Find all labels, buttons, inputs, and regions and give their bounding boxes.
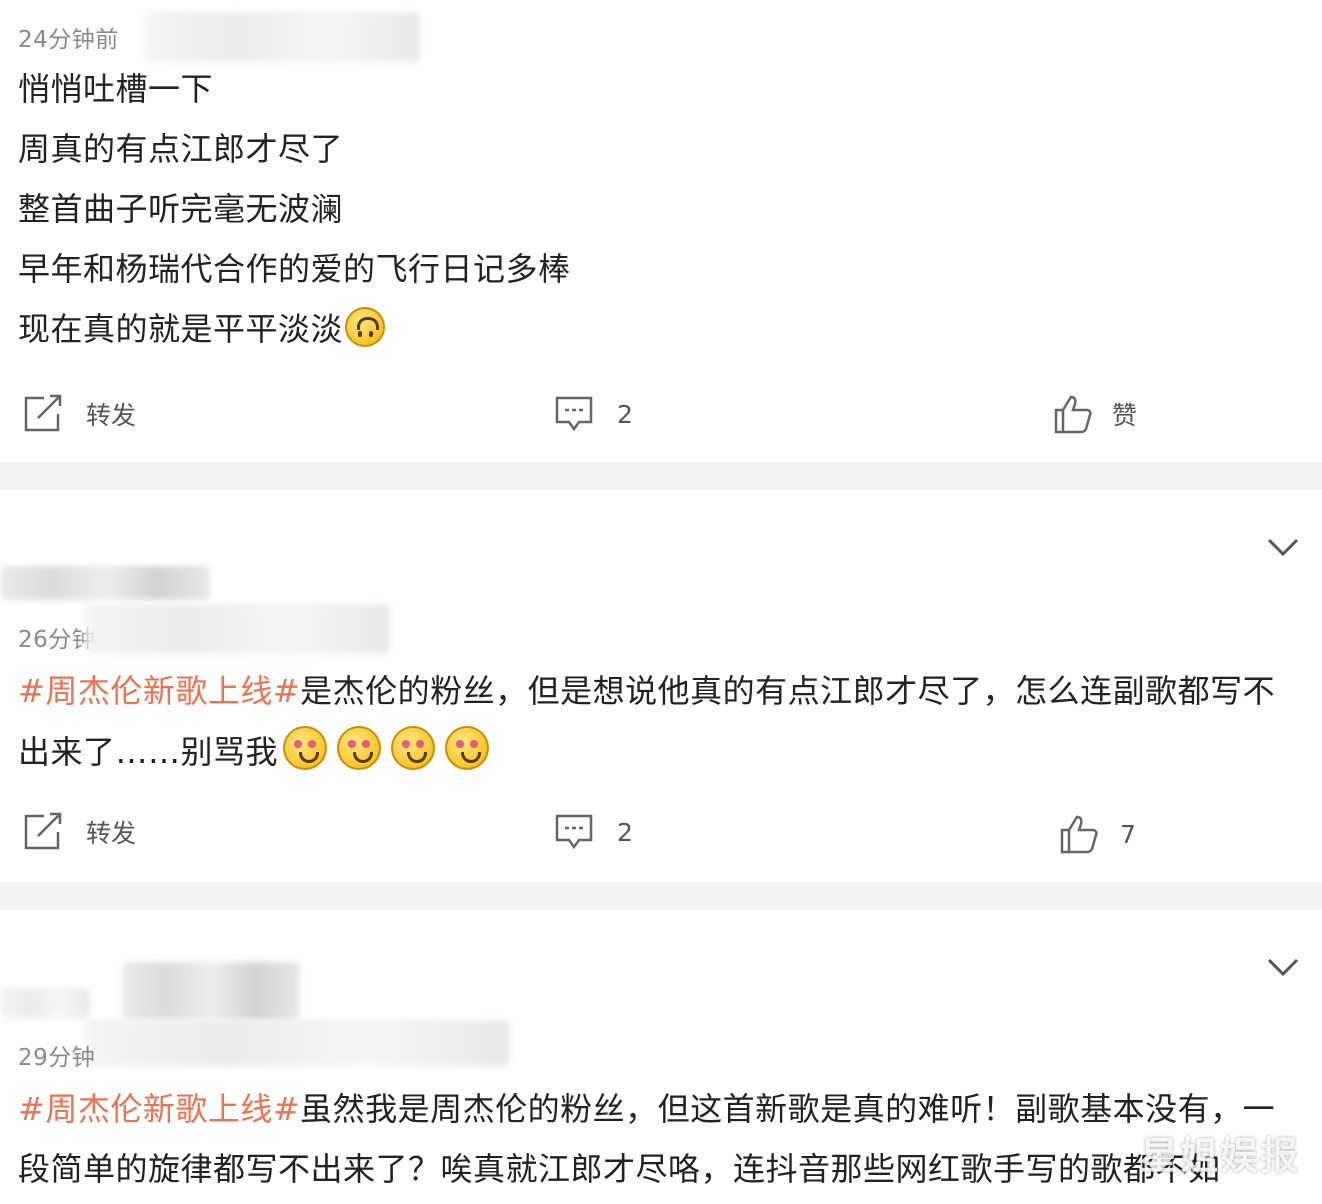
- comment-icon: [555, 814, 593, 850]
- post-text-line: 悄悄吐槽一下: [18, 70, 214, 108]
- post-text-line: 周真的有点江郎才尽了: [18, 130, 344, 168]
- post-text-line: #周杰伦新歌上线#是杰伦的粉丝，但是想说他真的有点江郎才尽了，怎么连副歌都写不: [18, 666, 1275, 712]
- post-text-line: 早年和杨瑞代合作的爱的飞行日记多棒: [18, 250, 571, 288]
- chevron-down-icon[interactable]: [1266, 536, 1300, 558]
- repost-icon: [24, 394, 62, 432]
- post-time: 24分钟前: [18, 27, 119, 53]
- comment-button[interactable]: 2: [555, 814, 633, 850]
- comment-count: 2: [617, 399, 633, 429]
- like-button[interactable]: 7: [1060, 814, 1136, 854]
- blushing-emoji: [445, 726, 490, 770]
- post-text: 虽然我是周杰伦的粉丝，但这首新歌是真的难听！副歌基本没有，一: [300, 1090, 1276, 1128]
- post-3: 29分钟 #周杰伦新歌上线#虽然我是周杰伦的粉丝，但这首新歌是真的难听！副歌基本…: [0, 910, 1322, 1204]
- post-text: 是杰伦的粉丝，但是想说他真的有点江郎才尽了，怎么连副歌都写不: [300, 672, 1276, 710]
- post-text-line: 段简单的旋律都写不出来了？唉真就江郎才尽咯，连抖音那些网红歌手写的歌都不如: [18, 1150, 1221, 1188]
- repost-button[interactable]: 转发: [22, 812, 136, 852]
- repost-label: 转发: [86, 401, 137, 430]
- username-blur: [85, 604, 390, 654]
- separator: [0, 462, 1322, 490]
- comment-icon: [555, 396, 593, 432]
- chevron-down-icon[interactable]: [1266, 956, 1300, 978]
- username-blur: [122, 962, 300, 1020]
- comment-button[interactable]: 2: [555, 396, 633, 432]
- post-time: 29分钟: [18, 1045, 96, 1071]
- like-label: 赞: [1112, 401, 1138, 430]
- thumbs-up-icon: [1060, 815, 1098, 854]
- topic-link[interactable]: #周杰伦新歌上线#: [18, 672, 300, 710]
- topic-link[interactable]: #周杰伦新歌上线#: [18, 1090, 300, 1128]
- username-blur: [0, 988, 90, 1018]
- username-blur: [85, 1020, 510, 1066]
- watermark: 星姐娱报: [1139, 1134, 1300, 1178]
- separator: [0, 882, 1322, 910]
- post-text-line: #周杰伦新歌上线#虽然我是周杰伦的粉丝，但这首新歌是真的难听！副歌基本没有，一: [18, 1084, 1275, 1130]
- blushing-emoji: [391, 726, 436, 770]
- post-2: 26分钟 #周杰伦新歌上线#是杰伦的粉丝，但是想说他真的有点江郎才尽了，怎么连副…: [0, 490, 1322, 882]
- post-text-line: 出来了……别骂我: [18, 726, 494, 773]
- post-text: 现在真的就是平平淡淡: [18, 310, 344, 348]
- repost-button[interactable]: 转发: [22, 394, 136, 434]
- like-button[interactable]: 赞: [1054, 394, 1137, 434]
- blushing-emoji: [283, 726, 328, 770]
- post-text-line: 现在真的就是平平淡淡: [18, 304, 386, 350]
- post-1: 24分钟前 悄悄吐槽一下 周真的有点江郎才尽了 整首曲子听完毫无波澜 早年和杨瑞…: [0, 0, 1322, 462]
- username-blur: [145, 12, 420, 62]
- comment-count: 2: [617, 817, 633, 847]
- blushing-emoji: [337, 726, 382, 770]
- thumbs-up-icon: [1054, 395, 1092, 434]
- post-text-line: 整首曲子听完毫无波澜: [18, 190, 344, 228]
- username-blur: [0, 566, 210, 600]
- upside-down-face-emoji: [345, 307, 386, 347]
- post-text: 出来了……别骂我: [18, 733, 279, 771]
- like-count: 7: [1120, 819, 1136, 849]
- post-time: 26分钟: [18, 627, 96, 653]
- repost-icon: [24, 812, 62, 850]
- repost-label: 转发: [86, 819, 137, 848]
